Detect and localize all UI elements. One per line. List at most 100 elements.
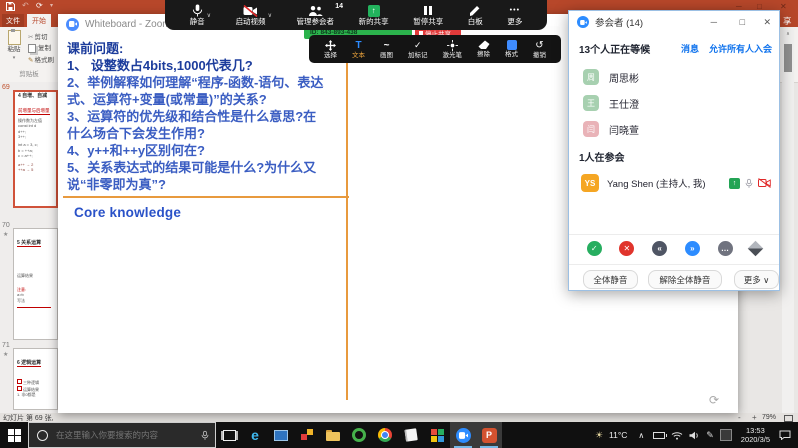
move-cross-icon — [325, 40, 336, 51]
panel-maximize-icon[interactable]: □ — [740, 17, 745, 27]
text-tool-label: 文本 — [352, 52, 365, 59]
yes-button[interactable]: ✓ — [587, 241, 602, 256]
task-view-button[interactable] — [216, 422, 242, 448]
monitor-icon — [274, 430, 288, 441]
quickaccess-menu-icon[interactable]: ▾ — [50, 0, 53, 12]
taskbar-chrome[interactable] — [372, 422, 398, 448]
red-checkbox-icon — [17, 379, 22, 384]
manage-participants-label: 管理参会者 — [297, 18, 335, 26]
scrollbar-up-icon[interactable]: ∧ — [782, 30, 794, 38]
start-button[interactable] — [0, 422, 28, 448]
manage-participants-button[interactable]: 14 管理参会者 — [297, 5, 335, 26]
volume-icon[interactable] — [689, 431, 700, 440]
share-screen-icon: ↑ — [368, 5, 380, 17]
taskbar-edge[interactable]: e — [242, 422, 268, 448]
mute-all-button[interactable]: 全体静音 — [583, 270, 638, 289]
fit-slide-icon[interactable] — [784, 415, 793, 422]
waiting-list-item[interactable]: 王 王仕澄 — [569, 91, 779, 115]
taskbar-remote-app[interactable] — [294, 422, 320, 448]
whiteboard-button[interactable]: 白板 — [468, 5, 483, 26]
stamp-tool[interactable]: ✓ 加标记 — [408, 40, 428, 59]
clock[interactable]: 13:53 2020/3/5 — [741, 426, 770, 444]
panel-titlebar[interactable]: 参会者 (14) ─ □ ✕ — [569, 11, 779, 33]
ppt-share-button[interactable]: 享 — [783, 15, 792, 27]
admit-all-link[interactable]: 允许所有人入会 — [709, 42, 772, 55]
no-button[interactable]: ✕ — [619, 241, 634, 256]
search-input[interactable] — [54, 429, 188, 441]
new-share-button[interactable]: ↑ 新的共享 — [359, 5, 389, 26]
taskbar-notes-app[interactable] — [398, 422, 424, 448]
spotlight-tool[interactable]: 激光笔 — [443, 40, 463, 59]
pencil-icon — [469, 5, 481, 17]
slide-thumbnail-70[interactable]: 5 关系运算 运算结果 注意: a>b 写法 — [13, 228, 58, 340]
format-tool[interactable]: 格式 — [505, 40, 518, 58]
mute-button[interactable]: 静音 ∨ — [190, 4, 211, 26]
zoom-in-button[interactable]: + — [752, 413, 757, 422]
search-mic-icon[interactable] — [201, 430, 209, 441]
action-center-icon[interactable] — [779, 430, 791, 440]
weather-temp[interactable]: 11°C — [609, 430, 627, 440]
eraser-icon — [478, 40, 490, 50]
host-row[interactable]: YS Yang Shen (主持人, 我) ↑ — [569, 170, 779, 196]
tab-file[interactable]: 文件 — [2, 14, 24, 27]
paste-button[interactable]: 粘贴 ▾ — [3, 30, 25, 63]
diamond-icon[interactable] — [748, 241, 764, 257]
slower-button[interactable]: « — [652, 241, 667, 256]
zoom-meeting-toolbar: 静音 ∨ 启动视频 ∨ 14 管理参会者 ↑ 新的共享 暂停共享 — [165, 0, 547, 30]
whiteboard-expand-icon[interactable]: ⟳ — [709, 393, 719, 407]
faster-button[interactable]: » — [685, 241, 700, 256]
select-tool[interactable]: 选择 — [324, 40, 337, 59]
more-reactions-button[interactable]: … — [718, 241, 733, 256]
taskbar-powerpoint[interactable]: P — [476, 422, 502, 448]
cortana-icon — [37, 430, 48, 441]
pause-share-button[interactable]: 暂停共享 — [413, 5, 443, 26]
waiting-list-item[interactable]: 周 周思彬 — [569, 65, 779, 89]
pen-icon[interactable]: ✎ — [706, 430, 714, 441]
more-button[interactable]: ••• 更多 — [507, 5, 522, 26]
search-box[interactable] — [28, 422, 216, 448]
save-icon[interactable] — [6, 2, 15, 11]
taskbar-green-app[interactable] — [346, 422, 372, 448]
slide-thumbnail-71[interactable]: 6 逻辑运算 三种逻辑 运算结果 1. 非0都是 — [13, 348, 58, 410]
weather-icon[interactable]: ☀ — [595, 430, 603, 441]
taskbar-computer-app[interactable] — [268, 422, 294, 448]
waiting-list-item[interactable]: 闫 闫晓萱 — [569, 117, 779, 141]
mute-options-icon[interactable]: ∨ — [207, 12, 211, 19]
panel-minimize-icon[interactable]: ─ — [711, 17, 717, 27]
redo-icon[interactable]: ⟳ — [36, 0, 43, 12]
message-link[interactable]: 消息 — [681, 42, 699, 55]
panel-more-button[interactable]: 更多 ∨ — [734, 270, 779, 289]
cut-button[interactable]: ✂ 剪切 — [28, 33, 47, 42]
eraser-tool[interactable]: 擦除 — [477, 40, 490, 58]
format-painter-button[interactable]: ✎ 格式刷 — [28, 56, 54, 65]
ppt-close-icon[interactable]: ✕ — [780, 2, 787, 11]
participants-panel: 参会者 (14) ─ □ ✕ 13个人正在等候 消息 允许所有人入会 周 周思彬… — [568, 10, 780, 291]
slide69-line: c = a++; — [18, 153, 56, 158]
wb-text-line: 3、运算符的优先级和结合性是什么意思?在 — [67, 108, 323, 125]
undo-tool[interactable]: ↺ 撤销 — [533, 40, 546, 59]
battery-icon[interactable] — [653, 432, 665, 439]
tray-expand-icon[interactable]: ∧ — [638, 431, 644, 440]
scrollbar-thumb[interactable] — [784, 44, 792, 72]
ime-icon[interactable] — [720, 429, 732, 441]
video-options-icon[interactable]: ∨ — [268, 12, 272, 19]
copy-button[interactable]: 复制 — [28, 44, 51, 53]
text-tool[interactable]: T 文本 — [352, 40, 365, 59]
start-video-button[interactable]: 启动视频 ∨ — [236, 5, 272, 26]
undo-icon[interactable]: ↶ — [22, 0, 29, 12]
draw-tool[interactable]: ~ 画图 — [380, 40, 393, 59]
taskbar-tiles-app[interactable] — [424, 422, 450, 448]
zoom-level[interactable]: 79% — [762, 414, 776, 421]
folder-icon — [326, 430, 340, 441]
file-explorer-button[interactable] — [320, 422, 346, 448]
pause-share-label: 暂停共享 — [413, 18, 443, 26]
tab-home[interactable]: 开始 — [27, 14, 51, 27]
wifi-icon[interactable] — [671, 431, 683, 440]
ppt-scrollbar[interactable]: ∧ — [782, 30, 794, 413]
zoom-out-button[interactable]: - — [738, 413, 741, 422]
edge-icon: e — [251, 428, 259, 442]
taskbar-zoom[interactable] — [450, 422, 476, 448]
panel-close-icon[interactable]: ✕ — [763, 17, 771, 28]
slide-thumbnail-69[interactable]: 4 自增、自减 前增量与后增量 操作数为左值 const int d d++; … — [13, 90, 58, 208]
unmute-all-button[interactable]: 解除全体静音 — [648, 270, 722, 289]
